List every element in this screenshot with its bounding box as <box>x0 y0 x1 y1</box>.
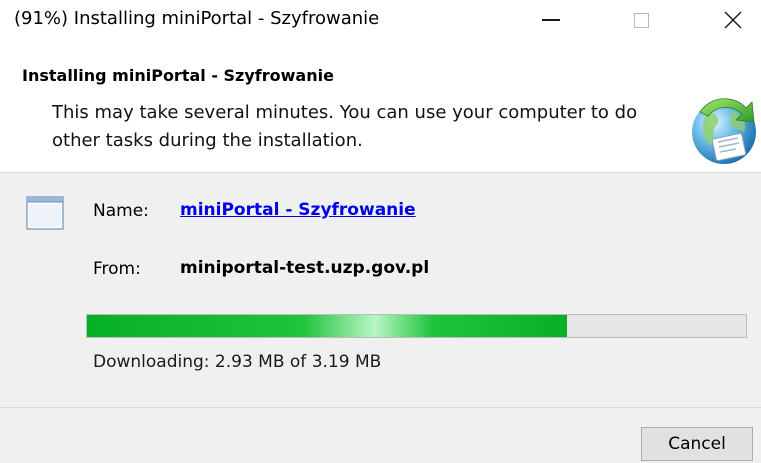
title-bar[interactable]: (91%) Installing miniPortal - Szyfrowani… <box>0 0 761 40</box>
footer: Cancel <box>0 408 761 463</box>
maximize-button[interactable] <box>618 0 664 40</box>
from-label: From: <box>93 259 141 279</box>
minimize-icon <box>542 19 560 21</box>
window-title: (91%) Installing miniPortal - Szyfrowani… <box>14 8 380 29</box>
source-host: miniportal-test.uzp.gov.pl <box>180 258 430 278</box>
header-title: Installing miniPortal - Szyfrowanie <box>22 66 334 85</box>
download-status: Downloading: 2.93 MB of 3.19 MB <box>93 352 382 372</box>
cancel-button[interactable]: Cancel <box>641 427 753 461</box>
app-name-link[interactable]: miniPortal - Szyfrowanie <box>180 200 416 220</box>
details-panel: Name: miniPortal - Szyfrowanie From: min… <box>0 172 761 408</box>
installer-window: (91%) Installing miniPortal - Szyfrowani… <box>0 0 761 463</box>
globe-installer-icon <box>686 92 758 182</box>
header-description: This may take several minutes. You can u… <box>52 102 638 151</box>
maximize-icon <box>633 12 649 28</box>
name-label: Name: <box>93 201 149 221</box>
close-button[interactable] <box>710 0 756 40</box>
header: Installing miniPortal - Szyfrowanie This… <box>0 40 761 172</box>
download-progress-bar <box>86 314 747 338</box>
application-window-icon <box>26 195 66 233</box>
progress-fill <box>87 315 567 337</box>
close-icon <box>724 11 742 29</box>
minimize-button[interactable] <box>528 0 574 40</box>
